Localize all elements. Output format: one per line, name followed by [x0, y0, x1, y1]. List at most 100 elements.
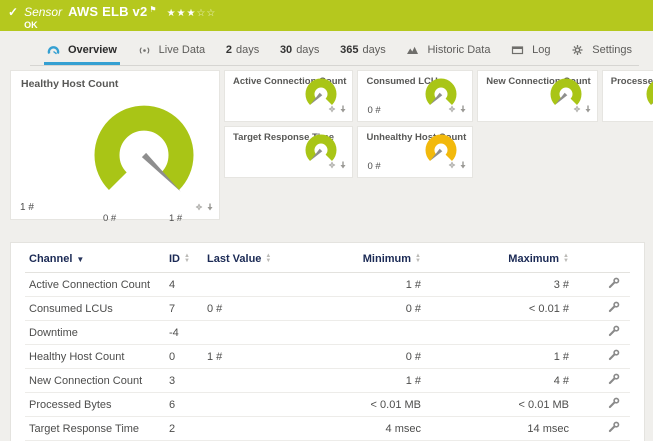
gauge-current-value: 1 # — [20, 202, 34, 213]
channel-id: 0 — [165, 344, 203, 369]
channel-id: 4 — [165, 272, 203, 297]
channel-name: Processed Bytes — [25, 392, 165, 417]
gear-icon[interactable] — [328, 100, 336, 118]
gauge-current-value: 0 # — [367, 161, 381, 172]
arrow-down-icon[interactable] — [206, 198, 214, 216]
historic-data-icon — [406, 44, 419, 56]
channel-last-value — [203, 320, 287, 345]
gauge-current-value: 0 # — [367, 105, 381, 116]
gauge-panel-healthy-host-count: Healthy Host Count 0 # 1 # 1 # — [10, 70, 220, 224]
tab-live-data[interactable]: Live Data — [135, 44, 208, 65]
column-header-channel[interactable]: Channel ▼ — [25, 245, 165, 273]
channel-minimum: < 0.01 MB — [287, 392, 425, 417]
table-row: Processed Bytes 6 < 0.01 MB < 0.01 MB — [25, 392, 630, 417]
channel-table: Channel ▼ ID ▲ ▼ Last Value ▲ ▼ Minimum ▲ ▼ Max… — [25, 245, 630, 441]
channel-maximum: < 0.01 # — [425, 296, 573, 321]
arrow-down-icon[interactable] — [584, 100, 592, 118]
wrench-icon[interactable] — [608, 301, 620, 316]
arrow-down-icon[interactable] — [339, 100, 347, 118]
overview-content: Healthy Host Count 0 # 1 # 1 # Active Co… — [10, 70, 653, 441]
channel-table-panel: Channel ▼ ID ▲ ▼ Last Value ▲ ▼ Minimum ▲ ▼ Max… — [10, 242, 645, 441]
gear-icon[interactable] — [448, 156, 456, 174]
channel-maximum: 4 # — [425, 368, 573, 393]
channel-minimum: 0 # — [287, 344, 425, 369]
tab-log[interactable]: Log — [508, 44, 553, 65]
column-header-id[interactable]: ID ▲ ▼ — [165, 245, 203, 273]
wrench-icon[interactable] — [608, 421, 620, 436]
gauges-section: Healthy Host Count 0 # 1 # 1 # Active Co… — [10, 70, 653, 224]
sort-icon: ▲ ▼ — [415, 253, 421, 265]
column-header-tools — [573, 245, 630, 273]
channel-name: Target Response Time — [25, 416, 165, 441]
tab-2-days[interactable]: 2 days — [223, 44, 262, 65]
column-header-minimum[interactable]: Minimum ▲ ▼ — [287, 245, 425, 273]
gear-icon[interactable] — [573, 100, 581, 118]
channel-id: 3 — [165, 368, 203, 393]
gauge-panel-active-connection-count: Active Connection Count — [224, 70, 354, 122]
channel-maximum: 1 # — [425, 344, 573, 369]
channel-last-value: 1 # — [203, 344, 287, 369]
stars-filled: ★★★ — [166, 8, 197, 19]
column-header-last-value[interactable]: Last Value ▲ ▼ — [203, 245, 287, 273]
channel-minimum — [287, 320, 425, 345]
channel-maximum: 14 msec — [425, 416, 573, 441]
stars-empty: ☆☆ — [196, 8, 217, 19]
channel-maximum: < 0.01 MB — [425, 392, 573, 417]
channel-minimum: 1 # — [287, 368, 425, 393]
channel-last-value — [203, 392, 287, 417]
gear-icon — [571, 44, 584, 56]
wrench-icon[interactable] — [608, 277, 620, 292]
gauge-panel-processed-bytes: Processed Bytes — [601, 70, 653, 122]
table-row: Active Connection Count 4 1 # 3 # — [25, 272, 630, 297]
priority-flag-icon: ⚑ — [149, 5, 157, 14]
gear-icon[interactable] — [195, 198, 203, 216]
tab-historic-data[interactable]: Historic Data — [403, 44, 493, 65]
channel-minimum: 0 # — [287, 296, 425, 321]
tab-30-days[interactable]: 30 days — [277, 44, 323, 65]
sensor-header: ✓ Sensor AWS ELB v2 ⚑ ★★★☆☆ OK — [0, 0, 653, 31]
live-data-icon — [138, 44, 151, 56]
tab-overview[interactable]: Overview — [44, 44, 120, 65]
column-header-maximum[interactable]: Maximum ▲ ▼ — [425, 245, 573, 273]
gauge-panel-consumed-lcus: Consumed LCUs 0 # — [357, 70, 474, 122]
processed-bytes-gauge — [646, 81, 653, 105]
check-icon: ✓ — [8, 5, 19, 19]
table-row: Downtime -4 — [25, 320, 630, 345]
channel-minimum: 4 msec — [287, 416, 425, 441]
gauge-panel-unhealthy-host-count: Unhealthy Host Count 0 # — [357, 126, 474, 178]
gear-icon[interactable] — [448, 100, 456, 118]
wrench-icon[interactable] — [608, 325, 620, 340]
table-row: Target Response Time 2 4 msec 14 msec — [25, 416, 630, 441]
channel-name: Downtime — [25, 320, 165, 345]
gauge-panel-new-connection-count: New Connection Count — [477, 70, 598, 122]
sort-icon: ▲ ▼ — [184, 253, 190, 265]
sensor-overview-page: ✓ Sensor AWS ELB v2 ⚑ ★★★☆☆ OK Overview … — [0, 0, 653, 441]
table-row: Consumed LCUs 7 0 # 0 # < 0.01 # — [25, 296, 630, 321]
channel-name: Healthy Host Count — [25, 344, 165, 369]
wrench-icon[interactable] — [608, 397, 620, 412]
channel-id: 7 — [165, 296, 203, 321]
sort-icon: ▲ ▼ — [265, 253, 272, 265]
sort-icon: ▲ ▼ — [563, 253, 569, 265]
gear-icon[interactable] — [328, 156, 336, 174]
arrow-down-icon[interactable] — [459, 100, 467, 118]
arrow-down-icon[interactable] — [459, 156, 467, 174]
channel-id: -4 — [165, 320, 203, 345]
arrow-down-icon[interactable] — [339, 156, 347, 174]
tab-365-days[interactable]: 365 days — [337, 44, 389, 65]
gauge-panel-target-response-time: Target Response Time — [224, 126, 354, 178]
channel-name: New Connection Count — [25, 368, 165, 393]
tab-settings[interactable]: Settings — [568, 44, 635, 65]
channel-last-value — [203, 368, 287, 393]
priority-stars[interactable]: ★★★☆☆ — [167, 8, 217, 19]
sensor-title: AWS ELB v2 — [68, 4, 148, 19]
channel-name: Active Connection Count — [25, 272, 165, 297]
wrench-icon[interactable] — [608, 373, 620, 388]
object-kind-label: Sensor — [24, 5, 63, 19]
wrench-icon[interactable] — [608, 349, 620, 364]
channel-minimum: 1 # — [287, 272, 425, 297]
channel-name: Consumed LCUs — [25, 296, 165, 321]
healthy-host-count-gauge — [94, 105, 194, 192]
channel-maximum — [425, 320, 573, 345]
gauge-scale-min: 0 # — [103, 213, 117, 224]
